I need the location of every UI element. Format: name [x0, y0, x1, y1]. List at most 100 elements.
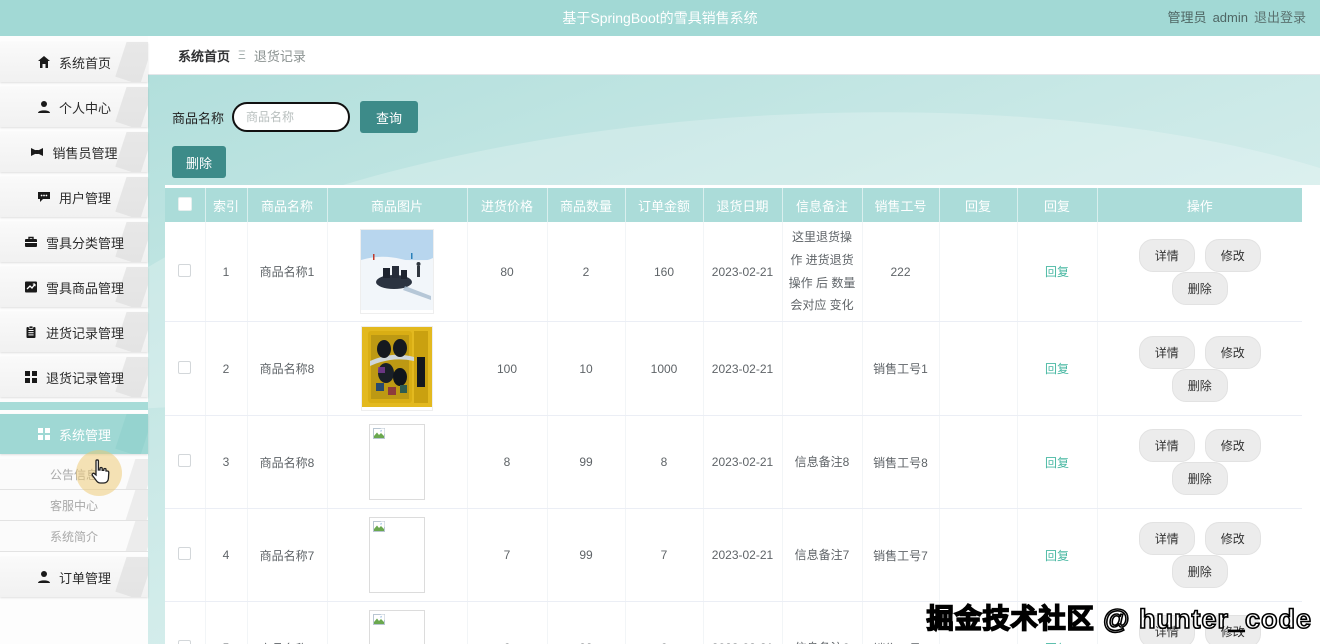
sidebar-item-order-mgmt[interactable]: 订单管理	[0, 557, 148, 597]
sidebar-item-label: 用户管理	[58, 190, 111, 206]
sidebar-item-category-mgmt[interactable]: 雪具分类管理	[0, 222, 148, 262]
sales-staff-cell: 销售工号1	[862, 321, 940, 417]
row-checkbox[interactable]	[178, 263, 192, 277]
order-amount-cell: 7	[625, 508, 704, 603]
broken-image-placeholder	[369, 610, 425, 644]
remark-cell: 信息备注8	[782, 415, 863, 510]
sidebar-item-salesperson-mgmt[interactable]: 销售员管理	[0, 132, 148, 172]
actions-cell: 详情修改删除	[1097, 321, 1302, 417]
sidebar-subitem-label: 客服中心	[49, 498, 98, 513]
actions-cell: 详情修改删除	[1097, 415, 1302, 510]
edit-button[interactable]: 修改	[1204, 238, 1261, 272]
table-row: 1 商品名称1 80 2 160 2023-02-21 这里退货操作 进货退货操作 后 数量…	[165, 222, 1302, 323]
edit-button[interactable]: 修改	[1204, 429, 1261, 463]
delete-button[interactable]: 删除	[1171, 271, 1228, 305]
select-cell	[165, 508, 206, 603]
edit-button[interactable]: 修改	[1204, 335, 1261, 369]
detail-button[interactable]: 详情	[1138, 615, 1195, 644]
sidebar-item-product-mgmt[interactable]: 雪具商品管理	[0, 267, 148, 307]
sidebar-item-label: 系统管理	[58, 427, 111, 443]
reply-content-cell	[939, 601, 1018, 644]
sidebar-subitem-system-intro[interactable]: 系统简介	[0, 521, 148, 552]
detail-button[interactable]: 详情	[1138, 238, 1195, 272]
sidebar-item-profile[interactable]: 个人中心	[0, 87, 148, 127]
table-header-row: 索引 商品名称 商品图片 进货价格 商品数量 订单金额 退货日期 信息备注 销售工号 回复 回复 操作	[165, 188, 1302, 222]
delete-button[interactable]: 删除	[1171, 462, 1228, 496]
edit-button[interactable]: 修改	[1204, 522, 1261, 556]
product-photo	[361, 326, 433, 412]
return-date-cell: 2023-02-21	[703, 415, 783, 510]
detail-button[interactable]: 详情	[1138, 335, 1195, 369]
sidebar-item-label: 退货记录管理	[45, 370, 124, 386]
table-row: 4 商品名称7 7 99 7 2023-02-21 信息备注7 销售工号7 回复 详情 修改删除	[165, 508, 1302, 603]
sidebar-item-label: 系统首页	[58, 55, 111, 71]
main-area: 系统首页 Ξ 退货记录 商品名称 查询 删除 索引商品名称商品图片进货价格商品数…	[148, 36, 1320, 644]
delete-selected-button[interactable]: 删除	[172, 146, 227, 178]
purchase-price-cell: 8	[467, 415, 548, 510]
table-row: 3 商品名称8 8 99 8 2023-02-21 信息备注8 销售工号8 回复 详情 修改删除	[165, 415, 1302, 510]
breadcrumb-home[interactable]: 系统首页	[178, 46, 230, 65]
topbar: 基于SpringBoot的雪具销售系统 管理员 admin 退出登录	[0, 0, 1320, 36]
breadcrumb-current: 退货记录	[253, 48, 306, 64]
reply-content-cell	[939, 321, 1018, 417]
reply-link[interactable]: 回复	[1045, 456, 1069, 470]
product-name-label: 商品名称	[172, 110, 225, 126]
reply-content-cell	[939, 222, 1018, 323]
quantity-cell: 99	[547, 601, 626, 644]
clipboard-icon	[24, 325, 38, 339]
product-name-cell: 商品名称7	[247, 508, 328, 603]
row-checkbox[interactable]	[178, 360, 192, 374]
edit-button[interactable]: 修改	[1204, 615, 1261, 644]
column-header: 订单金额	[625, 188, 704, 222]
select-cell	[165, 222, 206, 323]
row-checkbox[interactable]	[178, 454, 192, 468]
sidebar-item-purchase-records[interactable]: 进货记录管理	[0, 312, 148, 352]
purchase-price-cell: 7	[467, 508, 548, 603]
sidebar-item-system-mgmt[interactable]: 系统管理	[0, 414, 148, 454]
sidebar-item-user-mgmt[interactable]: 用户管理	[0, 177, 148, 217]
search-button[interactable]: 查询	[360, 101, 419, 133]
briefcase-icon	[24, 235, 38, 249]
select-cell	[165, 321, 206, 417]
app-title: 基于SpringBoot的雪具销售系统	[562, 10, 758, 26]
detail-button[interactable]: 详情	[1138, 522, 1195, 556]
delete-button[interactable]: 删除	[1171, 368, 1228, 402]
product-name-cell: 商品名称1	[247, 222, 328, 323]
column-header: 商品名称	[247, 188, 328, 222]
logout-link[interactable]: 退出登录	[1254, 10, 1306, 25]
row-checkbox[interactable]	[178, 640, 192, 644]
quantity-cell: 99	[547, 508, 626, 603]
sidebar-subitem-customer-service[interactable]: 客服中心	[0, 490, 148, 521]
purchase-price-cell: 100	[467, 321, 548, 417]
reply-link[interactable]: 回复	[1045, 549, 1069, 563]
column-header: 商品数量	[547, 188, 626, 222]
delete-button[interactable]: 删除	[1171, 555, 1228, 589]
product-name-cell: 商品名称8	[247, 415, 328, 510]
row-checkbox[interactable]	[178, 547, 192, 561]
sidebar-subitem-announcements[interactable]: 公告信息	[0, 459, 148, 490]
column-header: 回复	[939, 188, 1018, 222]
sidebar-item-label: 雪具商品管理	[45, 280, 124, 296]
table-row: 2 商品名称8 100 10 1000 2023-02-21 销售工号1 回复 详情 修改删除	[165, 321, 1302, 417]
product-name-input[interactable]	[232, 102, 351, 132]
user-name-label: admin	[1212, 10, 1248, 25]
remark-text: 信息备注6	[795, 637, 850, 644]
detail-button[interactable]: 详情	[1138, 429, 1195, 463]
sidebar-item-home[interactable]: 系统首页	[0, 42, 148, 82]
reply-cell: 回复	[1017, 415, 1098, 510]
quantity-cell: 99	[547, 415, 626, 510]
topbar-user-area: 管理员 admin 退出登录	[1162, 0, 1306, 36]
index-cell: 2	[205, 321, 248, 417]
sidebar-item-return-records[interactable]: 退货记录管理	[0, 357, 148, 397]
reply-link[interactable]: 回复	[1045, 265, 1069, 279]
select-all-checkbox[interactable]	[177, 196, 192, 211]
reply-cell: 回复	[1017, 222, 1098, 323]
quantity-cell: 10	[547, 321, 626, 417]
sidebar-item-label: 订单管理	[58, 570, 111, 586]
broken-image-placeholder	[369, 424, 425, 501]
remark-cell: 信息备注6	[782, 601, 863, 644]
return-date-cell: 2023-02-21	[703, 222, 783, 323]
reply-content-cell	[939, 415, 1018, 510]
reply-link[interactable]: 回复	[1045, 362, 1069, 376]
actions-cell: 详情修改删除	[1097, 601, 1302, 644]
